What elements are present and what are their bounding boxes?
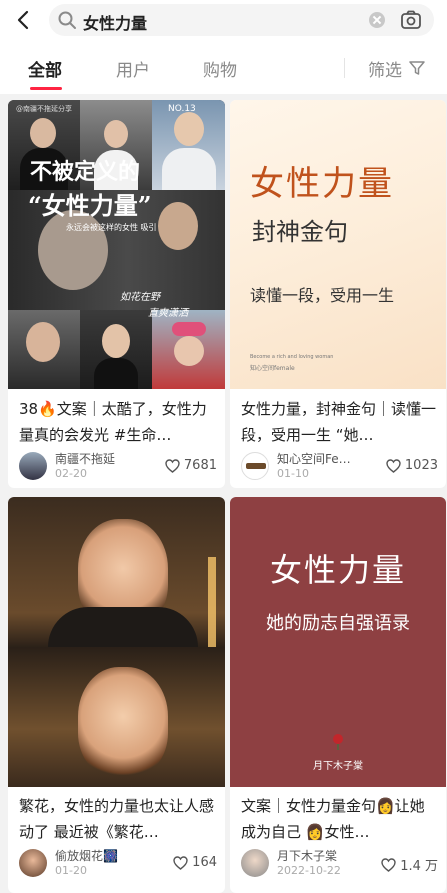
like-button[interactable]: 164: [173, 855, 217, 870]
author-name[interactable]: 南疆不拖延: [55, 450, 143, 467]
author-row: 知心空间Fe… 01-10 1023: [241, 450, 438, 484]
note-title[interactable]: 女性力量，封神金句｜读懂一段，受用一生 “她…: [241, 396, 438, 448]
avatar[interactable]: [241, 849, 269, 877]
cover-heading: “女性力量”: [28, 191, 152, 220]
note-title[interactable]: 38🔥文案｜太酷了，女性力量真的会发光 #生命…: [19, 396, 217, 448]
heart-icon: [173, 855, 188, 870]
note-date: 01-10: [277, 467, 309, 480]
cover-subheading: 她的励志自强语录: [266, 613, 410, 634]
cover-small-text: Become a rich and loving woman: [250, 354, 334, 360]
tab-all[interactable]: 全部: [28, 56, 62, 81]
active-tab-indicator: [30, 87, 62, 90]
author-row: 月下木子棠 2022-10-22 1.4 万: [241, 847, 438, 881]
divider: [344, 58, 345, 78]
like-button[interactable]: 1.4 万: [381, 855, 438, 874]
cover-subheading: 封神金句: [252, 218, 348, 246]
filter-icon[interactable]: [409, 60, 425, 76]
cover-heading: 不被定义的: [30, 159, 141, 185]
note-cover[interactable]: 女性力量 封神金句 读懂一段，受用一生 Become a rich and lo…: [230, 100, 446, 389]
author-name[interactable]: 偷放烟花🎆: [55, 847, 143, 864]
cover-heading: 女性力量: [250, 164, 394, 204]
heart-icon: [165, 458, 180, 473]
search-input[interactable]: 女性力量: [49, 4, 434, 36]
like-button[interactable]: 1023: [386, 458, 438, 473]
cover-number: NO.13: [168, 104, 196, 114]
note-date: 2022-10-22: [277, 864, 341, 877]
note-card[interactable]: @南疆不拖延分享 NO.13 不被定义的 “女性力量” 永远会被这样的女性 吸引…: [8, 100, 225, 488]
note-card[interactable]: 繁花，女性的力量也太让人感动了 最近被《繁花… 偷放烟花🎆 01-20 164: [8, 497, 225, 893]
like-count: 1023: [404, 458, 438, 473]
cover-tagline: 读懂一段，受用一生: [250, 286, 395, 305]
cover-signature: 月下木子棠: [313, 761, 363, 772]
filter-button[interactable]: 筛选: [368, 56, 402, 81]
author-name[interactable]: 月下木子棠: [277, 847, 365, 864]
portrait-photo: [48, 607, 198, 647]
cover-small-text: 知心空间female: [250, 365, 295, 372]
author-row: 南疆不拖延 02-20 7681: [19, 450, 217, 484]
like-count: 1.4 万: [400, 859, 438, 874]
heart-icon: [386, 458, 401, 473]
note-title[interactable]: 文案｜女性力量金句👩让她成为自己 👩女性…: [241, 793, 438, 845]
cover-watermark: @南疆不拖延分享: [16, 105, 72, 113]
note-card[interactable]: 女性力量 她的励志自强语录 月下木子棠 文案｜女性力量金句👩让她成为自己 👩女性…: [230, 497, 446, 893]
rose-icon: [333, 734, 343, 750]
avatar[interactable]: [19, 849, 47, 877]
tab-users[interactable]: 用户: [116, 56, 150, 81]
heart-icon: [381, 857, 396, 872]
result-tabs: 全部 用户 购物 筛选: [0, 42, 447, 94]
note-cover[interactable]: [8, 497, 225, 787]
note-date: 01-20: [55, 864, 87, 877]
note-card[interactable]: 女性力量 封神金句 读懂一段，受用一生 Become a rich and lo…: [230, 100, 446, 488]
camera-search-icon[interactable]: [400, 9, 422, 31]
back-button[interactable]: [12, 8, 34, 32]
portrait-photo: [152, 310, 225, 389]
like-count: 164: [192, 855, 217, 870]
portrait-photo: [78, 667, 168, 777]
search-query[interactable]: 女性力量: [83, 10, 147, 34]
note-date: 02-20: [55, 467, 87, 480]
chevron-left-icon: [17, 10, 29, 30]
cover-script: 如花在野: [120, 292, 160, 303]
clear-icon[interactable]: [369, 12, 385, 28]
author-name[interactable]: 知心空间Fe…: [277, 450, 365, 467]
author-row: 偷放烟花🎆 01-20 164: [19, 847, 217, 881]
avatar[interactable]: [19, 452, 47, 480]
cover-heading: 女性力量: [269, 551, 406, 589]
avatar[interactable]: [241, 452, 269, 480]
search-icon: [58, 11, 76, 29]
cover-subtitle: 永远会被这样的女性 吸引: [66, 223, 157, 232]
note-cover[interactable]: @南疆不拖延分享 NO.13 不被定义的 “女性力量” 永远会被这样的女性 吸引…: [8, 100, 225, 389]
portrait-photo: [8, 310, 80, 389]
tab-shopping[interactable]: 购物: [203, 56, 237, 81]
light-streak: [208, 557, 216, 647]
cover-script: 直爽潇洒: [148, 308, 188, 319]
note-cover[interactable]: 女性力量 她的励志自强语录 月下木子棠: [230, 497, 446, 787]
note-title[interactable]: 繁花，女性的力量也太让人感动了 最近被《繁花…: [19, 793, 217, 845]
portrait-photo: [80, 310, 152, 389]
like-count: 7681: [183, 458, 217, 473]
top-bar: 女性力量: [0, 0, 447, 42]
like-button[interactable]: 7681: [165, 458, 217, 473]
